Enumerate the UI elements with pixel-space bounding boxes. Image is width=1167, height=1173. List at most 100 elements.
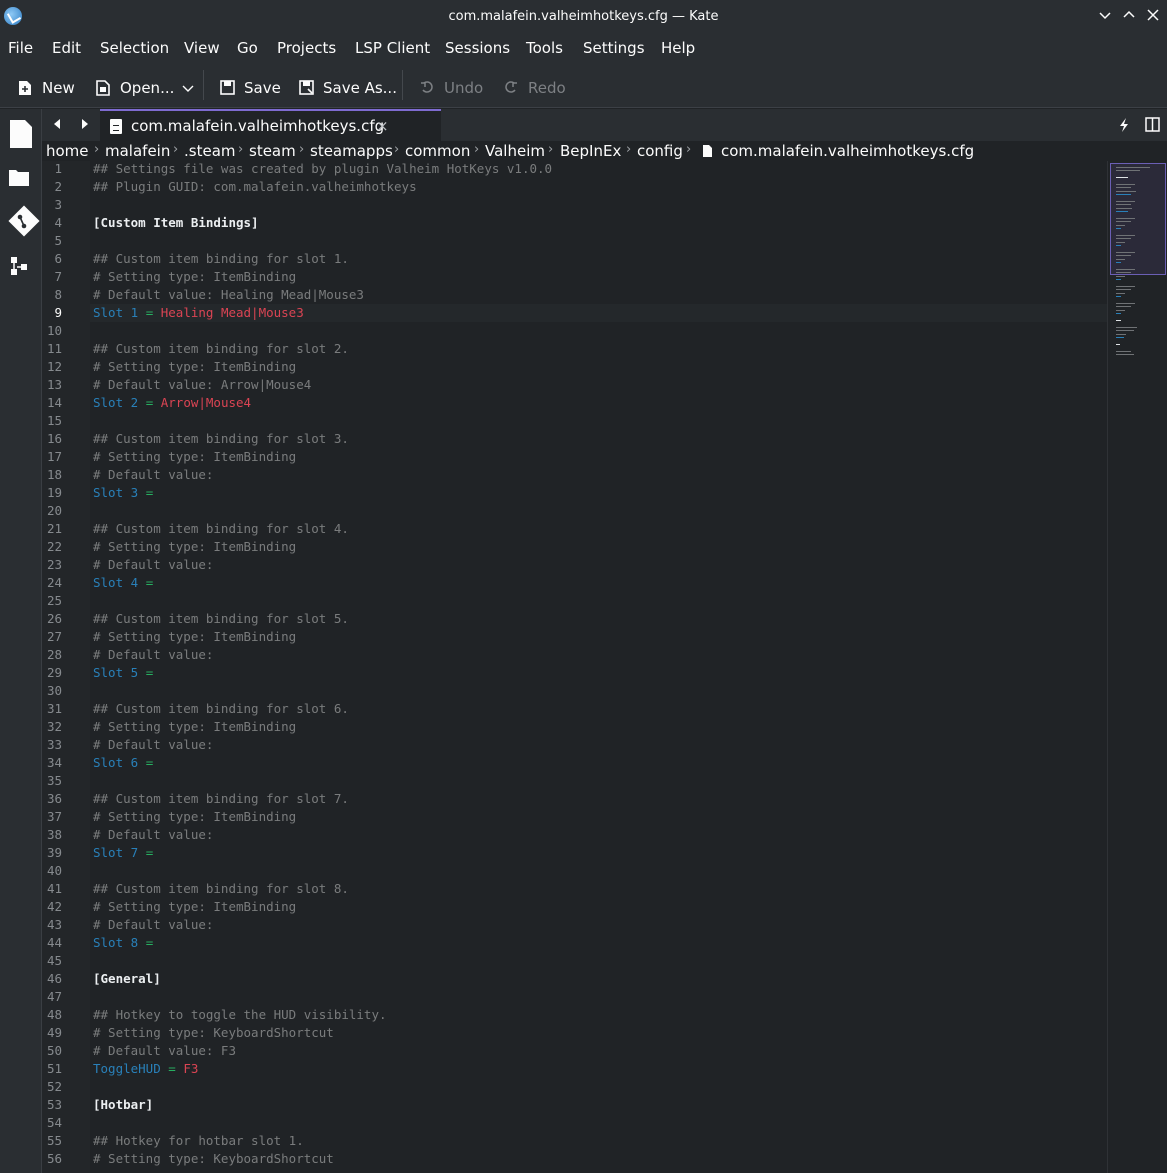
- comment-text: # Setting type: KeyboardShortcut: [93, 1151, 334, 1166]
- menu-lsp-client[interactable]: LSP Client: [355, 39, 430, 57]
- config-value: Arrow|Mouse4: [160, 395, 252, 410]
- breadcrumb-item[interactable]: Valheim: [485, 142, 545, 160]
- line-number: 34: [46, 755, 62, 770]
- close-window-icon[interactable]: [1146, 8, 1162, 24]
- line-number: 40: [46, 863, 62, 878]
- line-number: 36: [46, 791, 62, 806]
- code-line: Slot 7 =: [93, 845, 161, 860]
- code-line: ## Hotkey to toggle the HUD visibility.: [93, 1007, 387, 1022]
- minimap-line: [1116, 330, 1134, 332]
- line-number: 33: [46, 737, 62, 752]
- line-number: 14: [46, 395, 62, 410]
- line-number: 5: [54, 233, 62, 248]
- breadcrumb-item[interactable]: BepInEx: [560, 142, 621, 160]
- save-icon: [220, 80, 236, 96]
- menu-edit[interactable]: Edit: [52, 39, 81, 57]
- config-key: Slot 7: [93, 845, 139, 860]
- breadcrumb-item[interactable]: steam: [249, 142, 296, 160]
- comment-text: # Setting type: ItemBinding: [93, 269, 297, 284]
- new-button[interactable]: New: [18, 78, 75, 98]
- menu-sessions[interactable]: Sessions: [445, 39, 510, 57]
- menu-file[interactable]: File: [8, 39, 33, 57]
- equals-sign: =: [145, 935, 154, 950]
- line-number: 45: [46, 953, 62, 968]
- tab-prev-icon[interactable]: [52, 118, 64, 130]
- breadcrumb-item[interactable]: com.malafein.valheimhotkeys.cfg: [721, 142, 974, 160]
- filesystem-browser-icon[interactable]: [8, 167, 34, 193]
- breadcrumb-item[interactable]: .steam: [184, 142, 236, 160]
- code-line: Slot 3 =: [93, 485, 161, 500]
- minimap-line: [1116, 258, 1125, 260]
- split-view-icon[interactable]: [1145, 117, 1161, 133]
- menu-projects[interactable]: Projects: [277, 39, 336, 57]
- save-button[interactable]: Save: [220, 78, 281, 98]
- maximize-icon[interactable]: [1122, 8, 1138, 24]
- comment-text: # Default value: Arrow|Mouse4: [93, 377, 312, 392]
- minimize-icon[interactable]: [1098, 8, 1114, 24]
- breadcrumb-item[interactable]: config: [637, 142, 683, 160]
- breadcrumb-item[interactable]: malafein: [105, 142, 170, 160]
- comment-text: ## Custom item binding for slot 6.: [93, 701, 349, 716]
- line-number: 18: [46, 467, 62, 482]
- code-line: # Default value: F3: [93, 1043, 236, 1058]
- menu-selection[interactable]: Selection: [100, 39, 169, 57]
- document-tab[interactable]: com.malafein.valheimhotkeys.cfg ×: [100, 109, 441, 141]
- line-number: 15: [46, 413, 62, 428]
- equals-sign: =: [145, 755, 154, 770]
- minimap-line: [1116, 190, 1136, 192]
- minimap-line: [1116, 269, 1135, 270]
- menu-tools[interactable]: Tools: [526, 39, 563, 57]
- menu-settings[interactable]: Settings: [583, 39, 645, 57]
- minimap-line: [1116, 289, 1131, 291]
- breadcrumb-item[interactable]: steamapps: [310, 142, 393, 160]
- redo-button[interactable]: Redo: [504, 78, 566, 98]
- documents-icon[interactable]: [8, 119, 34, 148]
- open-button[interactable]: Open...: [96, 78, 174, 98]
- save-as-button[interactable]: Save As...: [299, 78, 397, 98]
- chevron-right-icon: ›: [686, 142, 692, 157]
- line-number: 21: [46, 521, 62, 536]
- line-number-gutter: 1 2 3 4 5 6 7 8 9 10 11 12 13 14 15 16 17 18 19 20 21 22 23 24 2…: [42, 161, 90, 1173]
- equals-sign: =: [145, 485, 154, 500]
- minimap-line: [1116, 238, 1131, 240]
- line-number: 31: [46, 701, 62, 716]
- cfg-file-icon: [702, 144, 713, 162]
- minimap-line: [1116, 224, 1125, 226]
- line-number: 4: [54, 215, 62, 230]
- comment-text: # Default value:: [93, 917, 214, 932]
- undo-button[interactable]: Undo: [420, 78, 483, 98]
- chevron-right-icon: ›: [548, 142, 554, 157]
- code-line: ToggleHUD = F3: [93, 1061, 198, 1076]
- line-number: 20: [46, 503, 62, 518]
- comment-text: ## Settings file was created by plugin V…: [93, 161, 553, 176]
- minimap-line: [1116, 170, 1140, 172]
- git-icon[interactable]: [8, 205, 40, 237]
- open-dropdown-button[interactable]: [182, 78, 194, 98]
- breadcrumb-item[interactable]: home: [46, 142, 89, 160]
- breadcrumb-item[interactable]: common: [405, 142, 470, 160]
- menu-help[interactable]: Help: [661, 39, 695, 57]
- text-editor[interactable]: ## Settings file was created by plugin V…: [90, 161, 1107, 1173]
- comment-text: # Setting type: ItemBinding: [93, 629, 297, 644]
- tab-close-icon[interactable]: ×: [376, 117, 389, 135]
- code-line: ## Custom item binding for slot 8.: [93, 881, 349, 896]
- minimap-line: [1116, 167, 1150, 168]
- menu-go[interactable]: Go: [237, 39, 258, 57]
- code-line: ## Hotkey for hotbar slot 1.: [93, 1133, 304, 1148]
- lightning-icon[interactable]: [1118, 117, 1132, 133]
- line-number: 24: [46, 575, 62, 590]
- comment-text: # Default value: Healing Mead|Mouse3: [93, 287, 364, 302]
- config-key: ToggleHUD: [93, 1061, 161, 1076]
- line-number: 39: [46, 845, 62, 860]
- equals-sign: =: [145, 665, 154, 680]
- code-line: # Default value:: [93, 737, 213, 752]
- line-number: 16: [46, 431, 62, 446]
- line-number: 44: [46, 935, 62, 950]
- comment-text: ## Custom item binding for slot 2.: [93, 341, 349, 356]
- tab-next-icon[interactable]: [80, 118, 92, 130]
- minimap-scrollbar[interactable]: [1107, 161, 1167, 1173]
- menu-view[interactable]: View: [184, 39, 220, 57]
- minimap-line: [1116, 252, 1135, 253]
- projects-icon[interactable]: [8, 255, 34, 281]
- comment-text: # Setting type: ItemBinding: [93, 899, 297, 914]
